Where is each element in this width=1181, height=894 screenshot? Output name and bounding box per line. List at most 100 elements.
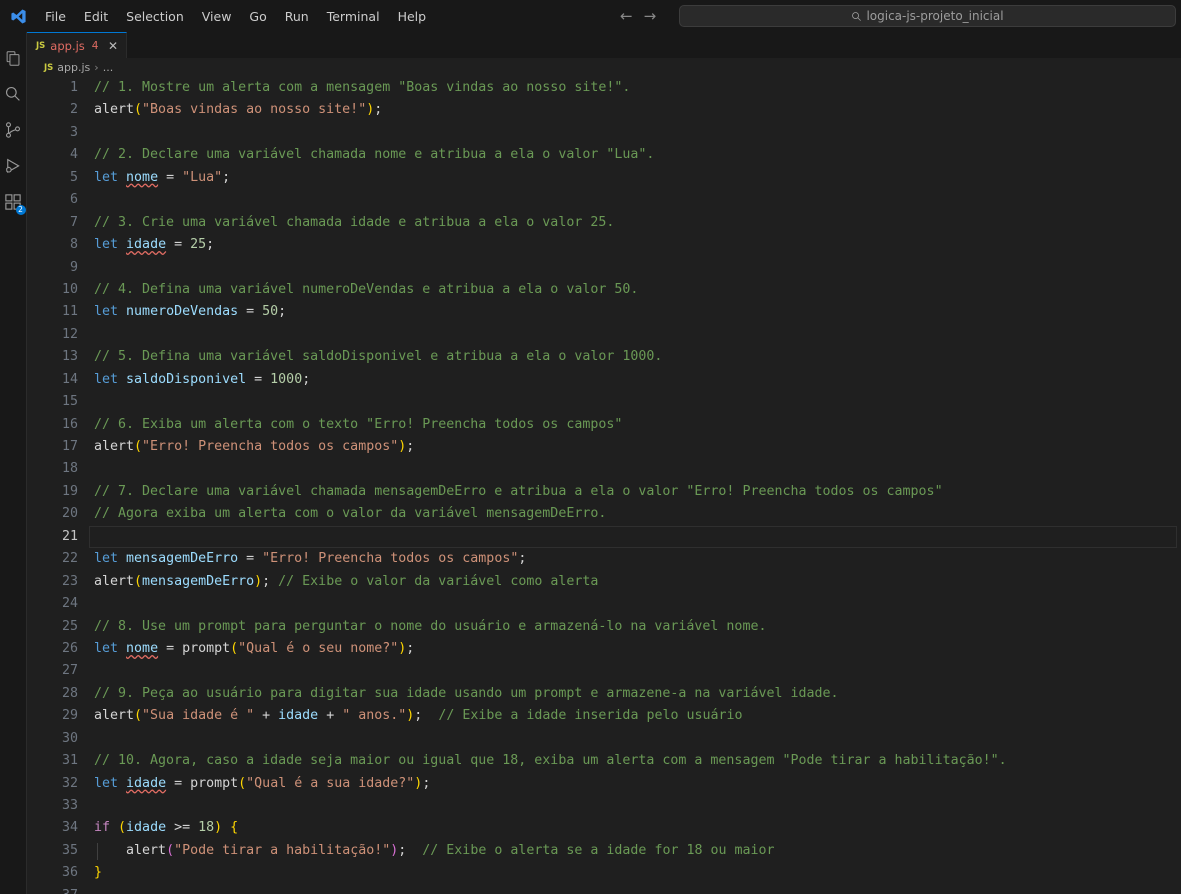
code-line[interactable]: 3 — [27, 122, 1181, 144]
line-number: 33 — [61, 798, 78, 813]
code-editor[interactable]: 1 // 1. Mostre um alerta com a mensagem "… — [27, 77, 1181, 894]
line-number: 27 — [61, 663, 78, 679]
code-line[interactable]: 18 — [27, 458, 1181, 480]
code-line[interactable]: 25 // 8. Use um prompt para perguntar o n… — [27, 616, 1181, 638]
tab-bar-empty-area — [127, 32, 1181, 58]
title-bar: File Edit Selection View Go Run Terminal… — [0, 0, 1181, 32]
js-file-icon: JS — [36, 40, 46, 51]
code-line[interactable]: 14 let saldoDisponivel = 1000; — [27, 369, 1181, 391]
line-number: 9 — [69, 259, 78, 275]
sidebar-item-source-control[interactable] — [0, 112, 27, 148]
line-number: 17 — [61, 439, 78, 454]
code-line[interactable]: 26 let nome = prompt("Qual é o seu nome?"… — [27, 638, 1181, 660]
chevron-right-icon: › — [94, 61, 99, 74]
extensions-badge: 2 — [15, 205, 26, 215]
editor-tab-bar: JS app.js 4 ✕ — [27, 32, 1181, 58]
js-file-icon: JS — [44, 62, 54, 73]
code-line[interactable]: 8 let idade = 25; — [27, 234, 1181, 256]
sidebar-item-explorer[interactable] — [0, 40, 27, 76]
line-number: 8 — [69, 237, 78, 253]
code-line[interactable]: 10 // 4. Defina uma variável numeroDeVend… — [27, 279, 1181, 301]
line-content: let mensagemDeErro = "Erro! Preencha tod… — [94, 551, 527, 567]
sidebar-item-search[interactable] — [0, 76, 27, 112]
line-number: 6 — [69, 192, 78, 208]
code-line[interactable]: 4 // 2. Declare uma variável chamada nome… — [27, 144, 1181, 166]
line-number: 16 — [61, 416, 78, 432]
code-line[interactable]: 24 — [27, 593, 1181, 615]
code-line[interactable]: 33 — [27, 795, 1181, 817]
line-number: 13 — [61, 349, 78, 365]
line-number: 21 — [61, 528, 78, 544]
search-icon — [5, 86, 20, 101]
code-line[interactable]: 9 — [27, 257, 1181, 279]
code-line[interactable]: 27 — [27, 660, 1181, 682]
code-line[interactable]: 30 — [27, 728, 1181, 750]
code-line[interactable]: 34 if (idade >= 18) { — [27, 817, 1181, 839]
line-number: 37 — [27, 885, 78, 894]
line-content: alert("Boas vindas ao nosso site!"); — [94, 102, 383, 118]
code-line[interactable]: 36} — [27, 862, 1181, 884]
code-line[interactable]: 6 — [27, 189, 1181, 211]
close-icon[interactable]: ✕ — [106, 40, 119, 52]
sidebar-item-extensions[interactable]: 2 — [0, 184, 27, 220]
files-icon — [6, 50, 19, 66]
menu-selection[interactable]: Selection — [118, 6, 192, 27]
arrow-left-icon[interactable]: ← — [620, 8, 633, 24]
tab-app-js[interactable]: JS app.js 4 ✕ — [27, 32, 128, 58]
line-number: 26 — [61, 640, 78, 656]
code-line[interactable]: 37 — [27, 885, 1181, 894]
tab-error-count: 4 — [91, 39, 99, 52]
code-line[interactable]: 32 let idade = prompt("Qual é a sua idade… — [27, 773, 1181, 795]
line-number: 2 — [69, 102, 78, 118]
breadcrumb-symbol[interactable]: ... — [103, 61, 114, 74]
code-line[interactable]: 1 // 1. Mostre um alerta com a mensagem "… — [27, 77, 1181, 99]
line-content: let idade = prompt("Qual é a sua idade?"… — [94, 775, 431, 791]
menu-edit[interactable]: Edit — [76, 6, 116, 27]
code-line[interactable]: 5 let nome = "Lua"; — [27, 167, 1181, 189]
code-line[interactable]: 35 alert("Pode tirar a habilitação!"); /… — [27, 840, 1181, 862]
code-line[interactable]: 2 alert("Boas vindas ao nosso site!"); — [27, 99, 1181, 121]
line-number: 31 — [61, 753, 78, 769]
sidebar-item-run-and-debug[interactable] — [0, 148, 27, 184]
run-debug-icon — [6, 158, 20, 173]
line-content: // 9. Peça ao usuário para digitar sua i… — [94, 685, 839, 701]
menu-file[interactable]: File — [37, 6, 74, 27]
arrow-forward-icon[interactable]: → — [644, 8, 657, 24]
menu-terminal[interactable]: Terminal — [319, 6, 388, 27]
code-line[interactable]: 19 // 7. Declare uma variável chamada men… — [27, 481, 1181, 503]
code-line[interactable]: 20 // Agora exiba um alerta com o valor d… — [27, 503, 1181, 525]
code-line[interactable]: 28 // 9. Peça ao usuário para digitar sua… — [27, 683, 1181, 705]
code-line[interactable]: 13 // 5. Defina uma variável saldoDisponi… — [27, 346, 1181, 368]
menu-go[interactable]: Go — [241, 6, 274, 27]
code-line[interactable]: 15 — [27, 391, 1181, 413]
search-icon — [852, 11, 862, 21]
code-line[interactable]: 31 // 10. Agora, caso a idade seja maior … — [27, 750, 1181, 772]
line-content: alert("Erro! Preencha todos os campos"); — [94, 439, 415, 454]
menu-run[interactable]: Run — [277, 6, 317, 27]
code-line[interactable]: 17 alert("Erro! Preencha todos os campos"… — [27, 436, 1181, 458]
code-line[interactable]: 16 // 6. Exiba um alerta com o texto "Err… — [27, 414, 1181, 436]
command-center-search[interactable]: logica-js-projeto_inicial — [679, 5, 1176, 27]
code-line[interactable]: 22 let mensagemDeErro = "Erro! Preencha t… — [27, 548, 1181, 570]
line-number: 5 — [69, 169, 78, 185]
code-line[interactable]: 12 — [27, 324, 1181, 346]
menu-help[interactable]: Help — [390, 6, 435, 27]
line-number: 14 — [61, 371, 78, 387]
line-number: 29 — [61, 708, 78, 724]
menu-view[interactable]: View — [194, 6, 240, 27]
active-line-highlight — [89, 525, 1177, 549]
line-content: // 6. Exiba um alerta com o texto "Erro!… — [94, 416, 623, 432]
line-number: 32 — [61, 775, 78, 791]
code-line[interactable]: 7 // 3. Crie uma variável chamada idade e… — [27, 212, 1181, 234]
line-content: let nome = "Lua"; — [94, 169, 231, 185]
code-line[interactable]: 11 let numeroDeVendas = 50; — [27, 301, 1181, 323]
line-content: let numeroDeVendas = 50; — [94, 304, 287, 320]
code-line[interactable]: 23 alert(mensagemDeErro); // Exibe o valo… — [27, 571, 1181, 593]
line-number: 3 — [69, 124, 78, 140]
breadcrumb-file[interactable]: app.js — [57, 61, 90, 74]
line-number: 10 — [61, 281, 78, 297]
vscode-logo-icon — [0, 0, 36, 32]
code-line[interactable]: 29 alert("Sua idade é " + idade + " anos.… — [27, 705, 1181, 727]
line-content: } — [94, 865, 103, 881]
code-line-active[interactable]: 21 — [27, 525, 1181, 549]
